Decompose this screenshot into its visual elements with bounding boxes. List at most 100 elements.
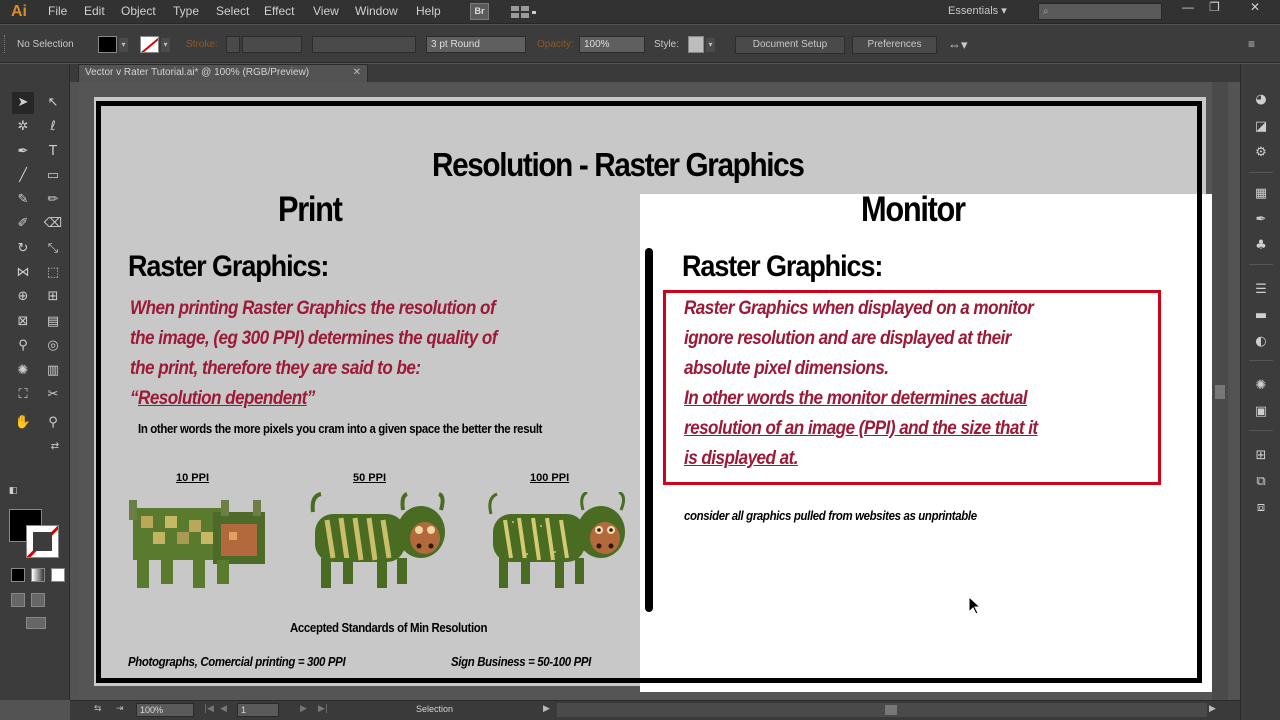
swap-fill-stroke-icon[interactable]: ⇄ xyxy=(44,436,66,458)
zoom-field[interactable]: 100% xyxy=(136,703,194,717)
free-transform-tool-icon[interactable]: ⬚ xyxy=(42,262,64,284)
stroke-stepper[interactable] xyxy=(226,36,240,53)
default-colors-icon[interactable]: ◧ xyxy=(2,480,24,502)
width-tool-icon[interactable]: ⋈ xyxy=(12,262,34,284)
mesh-tool-icon[interactable]: ⊠ xyxy=(12,311,34,333)
selection-tool-icon[interactable]: ➤ xyxy=(12,92,34,114)
menu-object[interactable]: Object xyxy=(121,4,156,18)
stroke-swatch[interactable] xyxy=(140,36,159,53)
menu-view[interactable]: View xyxy=(313,4,339,18)
pen-tool-icon[interactable]: ✒ xyxy=(12,141,34,163)
chevron-down-icon[interactable]: ▾ xyxy=(706,38,715,52)
appearance-panel-icon[interactable]: ✺ xyxy=(1251,376,1271,396)
mouse-cursor-icon xyxy=(969,597,981,615)
gradient-tool-icon[interactable]: ▤ xyxy=(42,311,64,333)
first-artboard-icon[interactable]: |◀ xyxy=(204,704,214,714)
layers-panel-icon[interactable]: ⊞ xyxy=(1251,446,1271,466)
current-tool-status[interactable]: Selection xyxy=(416,704,453,714)
panel-menu-icon[interactable]: ≡ xyxy=(1248,37,1255,51)
panel-grip[interactable] xyxy=(4,35,8,53)
standard-photographs: Photographs, Comercial printing = 300 PP… xyxy=(128,654,346,669)
direct-selection-tool-icon[interactable]: ↖ xyxy=(42,92,64,114)
preferences-button[interactable]: Preferences xyxy=(852,36,937,54)
shape-builder-tool-icon[interactable]: ⊕ xyxy=(12,286,34,308)
artboard-tool-icon[interactable]: ⛶ xyxy=(12,384,34,406)
scroll-right-icon[interactable]: ▶ xyxy=(1209,704,1216,714)
symbol-sprayer-tool-icon[interactable]: ✺ xyxy=(12,360,34,382)
perspective-grid-tool-icon[interactable]: ⊞ xyxy=(42,286,64,308)
help-search-input[interactable]: ⌕ xyxy=(1038,3,1162,20)
close-button[interactable]: ✕ xyxy=(1250,0,1260,14)
workspace-switcher[interactable]: Essentials ▾ xyxy=(948,4,1007,17)
color-themes-icon[interactable]: ⚙ xyxy=(1251,143,1271,163)
brush-definition[interactable]: 3 pt Round xyxy=(426,36,526,53)
minimize-button[interactable]: — xyxy=(1182,0,1194,14)
variable-width-profile[interactable] xyxy=(312,36,416,53)
symbols-panel-icon[interactable]: ♣ xyxy=(1251,236,1271,256)
draw-behind-icon[interactable] xyxy=(31,593,45,607)
last-artboard-icon[interactable]: ▶| xyxy=(318,704,328,714)
gradient-mode-icon[interactable] xyxy=(31,568,45,582)
hand-tool-icon[interactable]: ✋ xyxy=(12,412,34,434)
color-guide-icon[interactable]: ◪ xyxy=(1251,117,1271,137)
none-mode-icon[interactable] xyxy=(51,568,65,582)
menu-select[interactable]: Select xyxy=(216,4,249,18)
blend-tool-icon[interactable]: ◎ xyxy=(42,335,64,357)
chevron-down-icon[interactable]: ▾ xyxy=(119,38,128,52)
eyedropper-tool-icon[interactable]: ⚲ xyxy=(12,335,34,357)
scale-tool-icon[interactable]: ⤡ xyxy=(42,238,64,260)
status-menu-icon[interactable]: ▶ xyxy=(543,704,550,714)
eraser-tool-icon[interactable]: ⌫ xyxy=(42,213,64,235)
horizontal-scrollbar[interactable] xyxy=(557,703,1207,717)
column-graph-tool-icon[interactable]: ▥ xyxy=(42,360,64,382)
document-tab[interactable]: Vector v Rater Tutorial.ai* @ 100% (RGB/… xyxy=(78,64,368,82)
align-panel-icon[interactable]: ⧈ xyxy=(1251,498,1271,518)
chevron-down-icon[interactable]: ▾ xyxy=(161,38,170,52)
next-artboard-icon[interactable]: ▶ xyxy=(300,704,307,714)
close-icon[interactable]: ✕ xyxy=(353,65,361,81)
graphic-style-swatch[interactable] xyxy=(688,36,704,53)
color-panel-icon[interactable]: ◕ xyxy=(1251,90,1271,110)
swatches-panel-icon[interactable]: ▦ xyxy=(1251,184,1271,204)
artboard-number-field[interactable]: 1 xyxy=(237,703,279,717)
menu-file[interactable]: File xyxy=(48,4,67,18)
artboard-nav-icon[interactable]: ⇥ xyxy=(116,704,124,714)
vertical-scroll-thumb[interactable] xyxy=(1215,385,1225,399)
rectangle-tool-icon[interactable]: ▭ xyxy=(42,165,64,187)
menu-edit[interactable]: Edit xyxy=(84,4,105,18)
line-tool-icon[interactable]: ╱ xyxy=(12,165,34,187)
graphic-styles-icon[interactable]: ▣ xyxy=(1251,402,1271,422)
screen-mode-icon[interactable] xyxy=(26,617,46,629)
horizontal-scroll-thumb[interactable] xyxy=(885,705,897,715)
menu-window[interactable]: Window xyxy=(355,4,398,18)
artboards-panel-icon[interactable]: ⧉ xyxy=(1251,472,1271,492)
gradient-panel-icon[interactable]: ▬ xyxy=(1251,306,1271,326)
menu-help[interactable]: Help xyxy=(416,4,441,18)
lasso-tool-icon[interactable]: ℓ xyxy=(42,116,64,138)
document-tab-title: Vector v Rater Tutorial.ai* @ 100% (RGB/… xyxy=(85,67,310,78)
prev-artboard-icon[interactable]: ◀ xyxy=(220,704,227,714)
maximize-button[interactable]: ❐ xyxy=(1209,0,1220,14)
artboard-nav-icon[interactable]: ⇆ xyxy=(94,704,102,714)
pencil-tool-icon[interactable]: ✏ xyxy=(42,189,64,211)
magic-wand-tool-icon[interactable]: ✲ xyxy=(12,116,34,138)
stroke-weight-field[interactable] xyxy=(242,36,302,53)
transparency-panel-icon[interactable]: ◐ xyxy=(1251,332,1271,352)
paintbrush-tool-icon[interactable]: ✎ xyxy=(12,189,34,211)
document-setup-button[interactable]: Document Setup xyxy=(735,36,845,54)
slice-tool-icon[interactable]: ✂ xyxy=(42,384,64,406)
menu-type[interactable]: Type xyxy=(173,4,199,18)
bridge-button[interactable]: Br xyxy=(470,3,489,20)
zoom-tool-icon[interactable]: ⚲ xyxy=(42,412,64,434)
arrange-icon[interactable]: ⇔▾ xyxy=(948,37,968,53)
draw-normal-icon[interactable] xyxy=(11,593,25,607)
type-tool-icon[interactable]: T xyxy=(42,141,64,163)
blob-brush-tool-icon[interactable]: ✐ xyxy=(12,213,34,235)
menu-effect[interactable]: Effect xyxy=(264,4,294,18)
rotate-tool-icon[interactable]: ↻ xyxy=(12,238,34,260)
color-mode-icon[interactable] xyxy=(11,568,25,582)
arrange-documents-icon[interactable] xyxy=(509,4,537,20)
fill-swatch[interactable] xyxy=(98,36,117,53)
stroke-panel-icon[interactable]: ☰ xyxy=(1251,280,1271,300)
brushes-panel-icon[interactable]: ✒ xyxy=(1251,210,1271,230)
